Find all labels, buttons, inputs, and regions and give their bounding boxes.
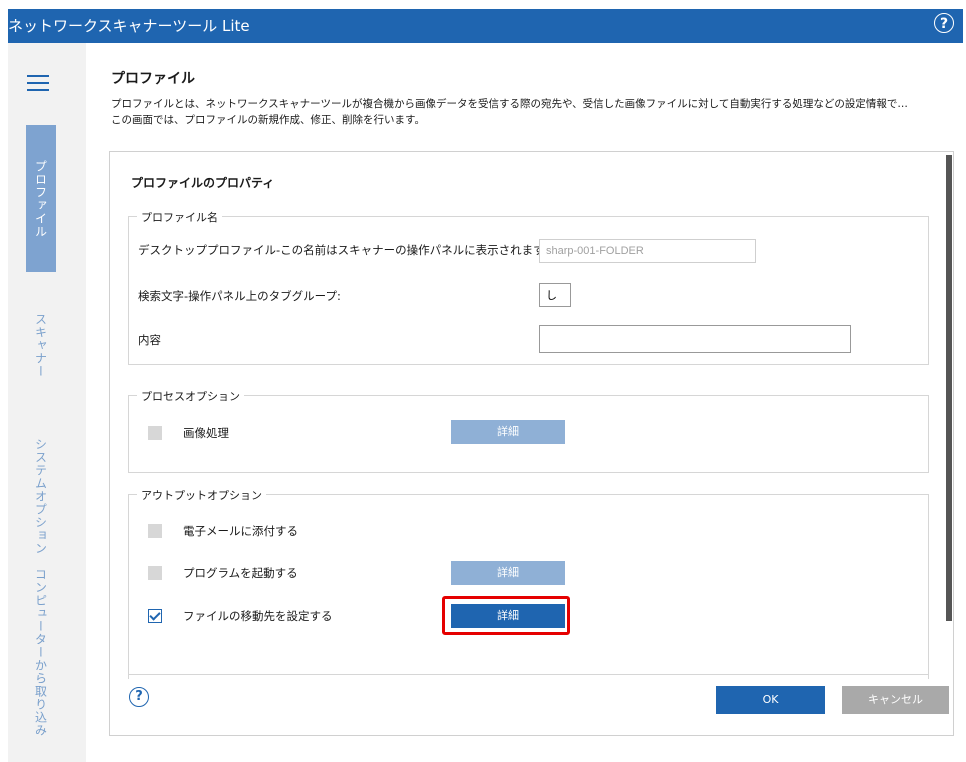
nav-item-scanner[interactable]: スキャナー xyxy=(26,305,56,385)
nav-item-system-options-label: システムオプション xyxy=(33,437,48,555)
image-processing-label: 画像処理 xyxy=(183,426,229,440)
launch-program-label: プログラムを起動する xyxy=(183,566,298,580)
nav-item-system-options[interactable]: システムオプション xyxy=(26,431,56,561)
group-divider xyxy=(128,674,929,675)
hamburger-menu-icon[interactable] xyxy=(27,75,49,96)
dialog-title: プロファイルのプロパティ xyxy=(131,176,275,190)
highlight-box xyxy=(442,596,570,635)
search-char-label: 検索文字-操作パネル上のタブグループ: xyxy=(138,289,341,303)
help-icon[interactable]: ? xyxy=(934,13,954,33)
nav-item-scanner-label: スキャナー xyxy=(33,312,48,378)
desktop-profile-label: デスクトッププロファイル-この名前はスキャナーの操作パネルに表示されます。 xyxy=(138,243,555,257)
desktop-profile-field[interactable] xyxy=(539,239,756,263)
nav-item-profile[interactable]: プロファイル xyxy=(26,125,56,272)
nav-item-import-from-computer[interactable]: コンピューターから取り込み xyxy=(26,567,56,737)
help-icon[interactable]: ? xyxy=(129,687,149,707)
nav-item-import-label: コンピューターから取り込み xyxy=(33,567,48,737)
email-attach-label: 電子メールに添付する xyxy=(183,524,298,538)
launch-program-detail-button[interactable]: 詳細 xyxy=(451,561,565,585)
file-move-label: ファイルの移動先を設定する xyxy=(183,609,333,623)
search-char-field[interactable] xyxy=(539,283,571,307)
profile-name-legend: プロファイル名 xyxy=(137,209,222,225)
description-line-2: この画面では、プロファイルの新規作成、修正、削除を行います。 xyxy=(111,114,425,126)
process-options-group: プロセスオプション 画像処理 詳細 xyxy=(128,388,929,473)
left-nav: プロファイル スキャナー システムオプション コンピューターから取り込み xyxy=(8,43,86,762)
profile-name-group: プロファイル名 デスクトッププロファイル-この名前はスキャナーの操作パネルに表示… xyxy=(128,209,929,365)
file-move-checkbox[interactable] xyxy=(148,609,162,623)
scrollbar[interactable] xyxy=(946,155,952,621)
cancel-button[interactable]: キャンセル xyxy=(842,686,949,714)
profile-properties-dialog: プロファイルのプロパティ プロファイル名 デスクトッププロファイル-この名前はス… xyxy=(109,151,954,736)
image-processing-detail-button[interactable]: 詳細 xyxy=(451,420,565,444)
output-options-group: アウトプットオプション 電子メールに添付する プログラムを起動する 詳細 ファイ… xyxy=(128,487,929,679)
title-bar: ネットワークスキャナーツール Lite ? xyxy=(8,9,963,43)
page-title: プロファイル xyxy=(111,71,195,87)
content-label: 内容 xyxy=(138,333,161,347)
email-attach-checkbox[interactable] xyxy=(148,524,162,538)
image-processing-checkbox[interactable] xyxy=(148,426,162,440)
ok-button[interactable]: OK xyxy=(716,686,825,714)
page-description: プロファイルとは、ネットワークスキャナーツールが複合機から画像データを受信する際… xyxy=(111,96,951,128)
app-title: ネットワークスキャナーツール Lite xyxy=(8,17,250,35)
launch-program-checkbox[interactable] xyxy=(148,566,162,580)
nav-item-profile-label: プロファイル xyxy=(33,159,48,238)
process-options-legend: プロセスオプション xyxy=(137,388,244,404)
output-options-legend: アウトプットオプション xyxy=(137,487,266,503)
description-line-1: プロファイルとは、ネットワークスキャナーツールが複合機から画像データを受信する際… xyxy=(111,98,908,110)
content-field[interactable] xyxy=(539,325,851,353)
